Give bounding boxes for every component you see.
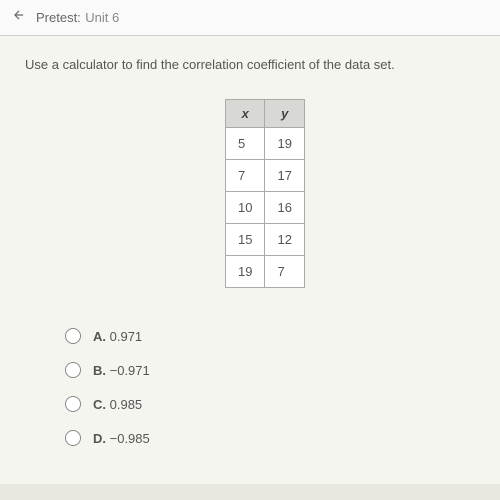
option-label: C. 0.985 [93, 397, 142, 412]
option-label: A. 0.971 [93, 329, 142, 344]
question-text: Use a calculator to find the correlation… [25, 56, 475, 74]
option-value: −0.971 [110, 363, 150, 378]
cell-x: 15 [226, 224, 265, 256]
radio-icon[interactable] [65, 328, 81, 344]
cell-x: 19 [226, 256, 265, 288]
header-title-sub: Unit 6 [85, 10, 119, 25]
data-table: x y 5 19 7 17 10 16 15 12 19 7 [225, 99, 305, 288]
header-title-main: Pretest: [36, 10, 81, 25]
cell-y: 19 [265, 128, 304, 160]
radio-icon[interactable] [65, 430, 81, 446]
option-label: D. −0.985 [93, 431, 150, 446]
option-letter: C. [93, 397, 106, 412]
table-row: 10 16 [226, 192, 305, 224]
table-row: 15 12 [226, 224, 305, 256]
option-value: 0.985 [110, 397, 143, 412]
content-area: Use a calculator to find the correlation… [0, 36, 500, 484]
option-letter: A. [93, 329, 106, 344]
radio-icon[interactable] [65, 396, 81, 412]
cell-x: 5 [226, 128, 265, 160]
cell-y: 12 [265, 224, 304, 256]
cell-x: 7 [226, 160, 265, 192]
header-x: x [226, 100, 265, 128]
option-letter: D. [93, 431, 106, 446]
option-label: B. −0.971 [93, 363, 150, 378]
header-title: Pretest: Unit 6 [36, 9, 119, 27]
header-y: y [265, 100, 304, 128]
table-row: 19 7 [226, 256, 305, 288]
option-value: 0.971 [110, 329, 143, 344]
option-value: −0.985 [110, 431, 150, 446]
table-header-row: x y [226, 100, 305, 128]
option-b[interactable]: B. −0.971 [65, 362, 475, 378]
back-arrow-icon[interactable] [12, 8, 26, 27]
cell-y: 17 [265, 160, 304, 192]
answer-options: A. 0.971 B. −0.971 C. 0.985 D. −0.985 [65, 328, 475, 446]
radio-icon[interactable] [65, 362, 81, 378]
option-c[interactable]: C. 0.985 [65, 396, 475, 412]
header-bar: Pretest: Unit 6 [0, 0, 500, 36]
option-d[interactable]: D. −0.985 [65, 430, 475, 446]
cell-x: 10 [226, 192, 265, 224]
cell-y: 16 [265, 192, 304, 224]
table-row: 5 19 [226, 128, 305, 160]
option-letter: B. [93, 363, 106, 378]
option-a[interactable]: A. 0.971 [65, 328, 475, 344]
table-row: 7 17 [226, 160, 305, 192]
cell-y: 7 [265, 256, 304, 288]
